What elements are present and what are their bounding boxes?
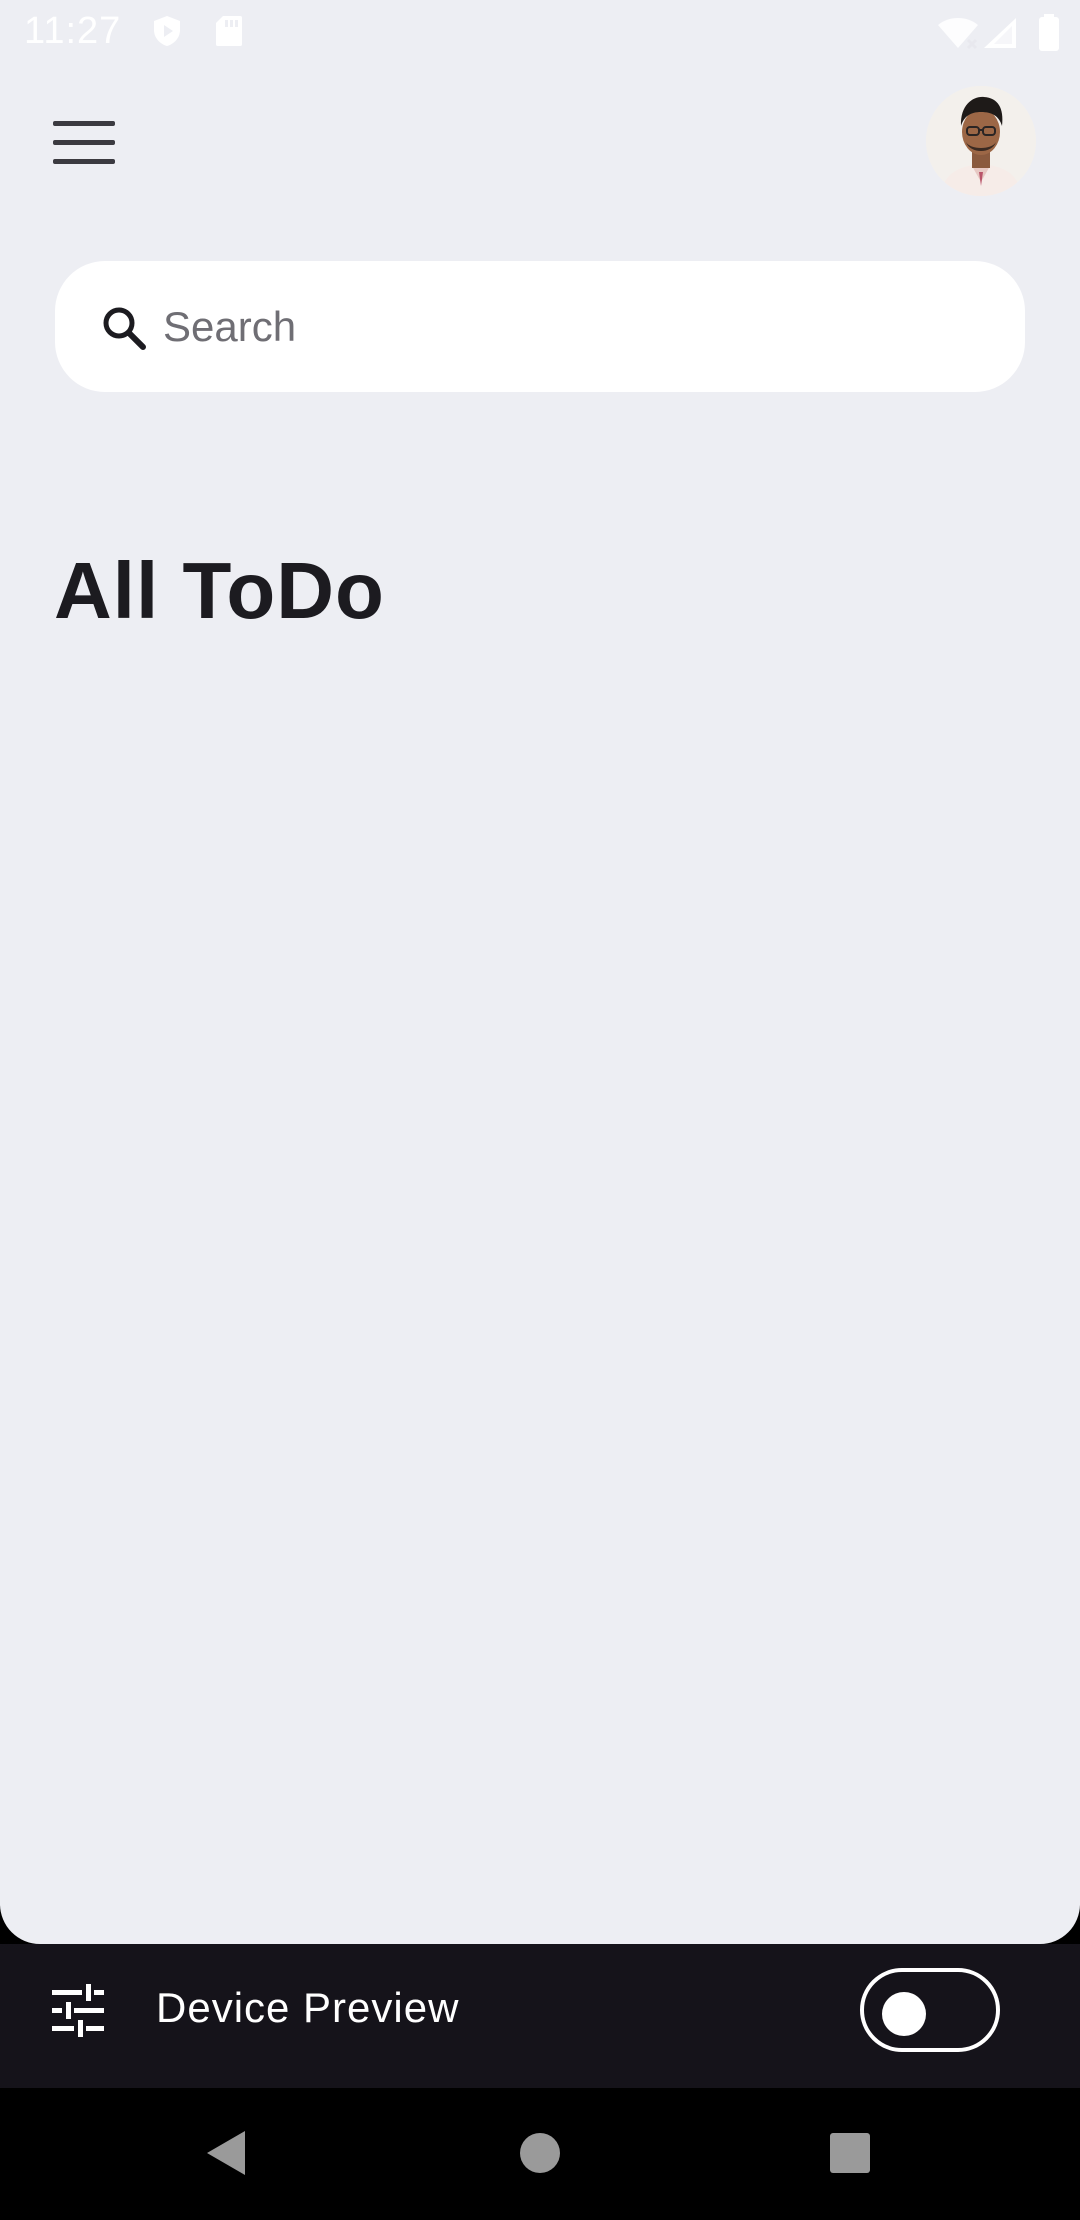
- search-input[interactable]: [163, 289, 983, 365]
- navigation-bar: [0, 2088, 1080, 2220]
- status-bar: 11:27: [0, 0, 1080, 66]
- recents-square-icon: [830, 2133, 870, 2173]
- hamburger-menu-icon: [53, 121, 115, 164]
- phone-screen: 11:27 Search All ToDo Device Preview: [0, 0, 1080, 2220]
- wifi-off-icon: [936, 16, 980, 55]
- toggle-knob: [882, 1992, 926, 2036]
- search-bar[interactable]: [55, 261, 1025, 392]
- tune-sliders-icon: [52, 1984, 104, 2037]
- device-preview-label: Device Preview: [156, 1984, 460, 2031]
- app-content: 11:27 Search All ToDo: [0, 0, 1080, 1944]
- battery-icon: [1038, 14, 1060, 57]
- sd-card-icon: [214, 14, 248, 48]
- profile-photo-icon: [926, 86, 1036, 196]
- page-title: All ToDo: [54, 546, 385, 635]
- menu-button[interactable]: [44, 108, 124, 178]
- back-button[interactable]: [180, 2108, 270, 2198]
- device-preview-toggle[interactable]: [860, 1968, 1000, 2052]
- shield-play-icon: [150, 14, 184, 48]
- device-preview-bar: Device Preview: [0, 1944, 1080, 2088]
- home-circle-icon: [520, 2133, 560, 2173]
- status-time: 11:27: [24, 10, 122, 52]
- cell-signal-icon: [982, 16, 1018, 55]
- back-triangle-icon: [207, 2131, 245, 2175]
- avatar[interactable]: [926, 86, 1036, 196]
- recents-button[interactable]: [805, 2108, 895, 2198]
- search-icon: [103, 307, 146, 350]
- home-button[interactable]: [495, 2108, 585, 2198]
- device-preview-settings-button[interactable]: [48, 1980, 108, 2040]
